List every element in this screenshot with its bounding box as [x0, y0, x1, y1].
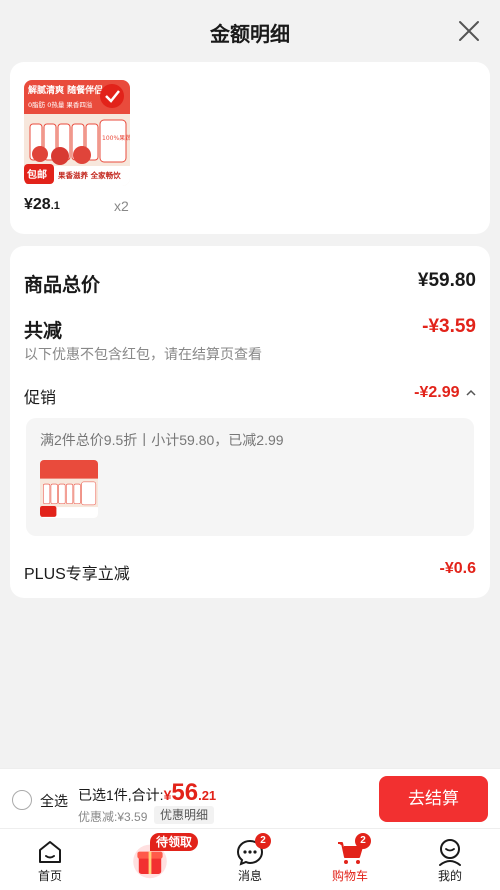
product-card: 解腻清爽 随餐伴侣 0脂肪 0热量 果香四溢 100%果蔬汁 包邮 果香滋养 全…: [10, 62, 490, 234]
amount-int: 56: [171, 779, 199, 806]
amount-card: 商品总价 ¥59.80 共减 -¥3.59 以下优惠不包含红包，请在结算页查看 …: [10, 246, 490, 598]
page-title: 金额明细: [210, 24, 290, 46]
tab-home-label: 首页: [37, 869, 62, 883]
selected-summary: 已选1件,合计:¥56.21: [78, 779, 216, 807]
select-all-radio[interactable]: [12, 790, 32, 810]
reduce-note: 以下优惠不包含红包，请在结算页查看: [24, 346, 262, 362]
header: 金额明细: [0, 0, 500, 62]
image-top-text: 解腻清爽 随餐伴侣: [28, 84, 103, 96]
total-value: ¥59.80: [417, 270, 476, 291]
checkout-bar: 全选 已选1件,合计:¥56.21 优惠减:¥3.59 优惠明细 去结算: [0, 768, 500, 828]
select-all-label[interactable]: 全选: [40, 791, 68, 811]
product-price: ¥28.1: [24, 196, 60, 214]
gift-badge: 待领取: [150, 833, 199, 851]
amount-dec: .21: [198, 788, 217, 803]
plus-label: PLUS专享立减: [24, 566, 130, 583]
tab-profile-label: 我的: [437, 869, 462, 883]
promo-value-wrap: -¥2.99: [414, 384, 476, 402]
tab-bar: 首页 待领取 消息 2 购物车 2 我的: [0, 828, 500, 890]
plus-value: -¥0.6: [439, 560, 476, 577]
promo-label: 促销: [24, 390, 57, 407]
promo-value: -¥2.99: [414, 384, 460, 401]
shipping-tag: 包邮: [27, 168, 47, 181]
tab-profile[interactable]: 我的: [405, 829, 495, 890]
close-icon[interactable]: [458, 20, 480, 42]
discount-detail-button[interactable]: 优惠明细: [154, 806, 215, 824]
chevron-up-icon[interactable]: [466, 389, 476, 397]
product-qty: x2: [114, 198, 129, 214]
user-icon: [439, 839, 461, 866]
tab-cart-label: 购物车: [331, 869, 368, 883]
messages-badge: 2: [255, 833, 271, 849]
total-label: 商品总价: [24, 275, 101, 296]
product-image[interactable]: 解腻清爽 随餐伴侣 0脂肪 0热量 果香四溢 100%果蔬汁 包邮 果香滋养 全…: [24, 80, 130, 186]
price-decimal: .1: [50, 200, 60, 212]
image-bottom-text: 果香滋养 全家畅饮: [58, 170, 121, 180]
tab-messages-label: 消息: [237, 869, 262, 883]
image-can-text: 100%果蔬汁: [102, 134, 130, 142]
cart-badge: 2: [355, 833, 371, 849]
selected-text: 已选1件,合计:: [78, 787, 164, 803]
promo-detail-text: 满2件总价9.5折丨小计59.80，已减2.99: [40, 432, 284, 448]
tab-cart[interactable]: 购物车: [305, 829, 395, 890]
promo-detail-box: 满2件总价9.5折丨小计59.80，已减2.99: [26, 418, 474, 536]
discount-text: 优惠减:¥3.59: [78, 810, 148, 824]
promo-product-thumb: [40, 460, 98, 518]
reduce-label: 共减: [24, 321, 63, 342]
image-sub-text: 0脂肪 0热量 果香四溢: [28, 100, 93, 109]
tab-messages[interactable]: 消息: [205, 829, 295, 890]
checkout-button[interactable]: 去结算: [379, 776, 488, 822]
reduce-value: -¥3.59: [422, 316, 476, 337]
tab-home[interactable]: 首页: [5, 829, 95, 890]
price-main: ¥28: [24, 196, 51, 213]
home-icon: [39, 841, 61, 863]
